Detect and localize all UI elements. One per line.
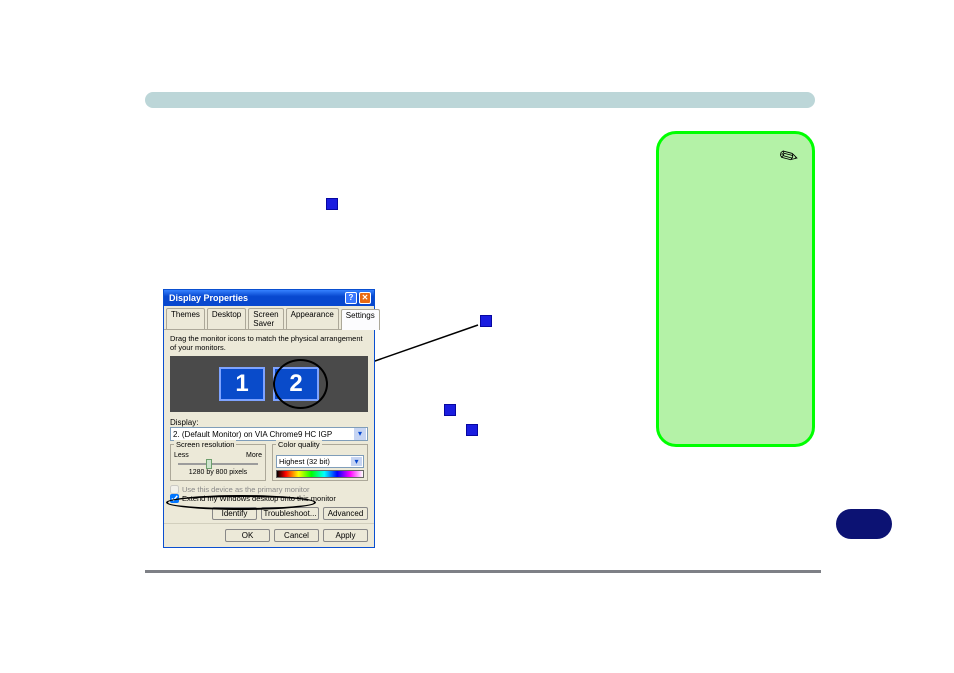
display-select-value: 2. (Default Monitor) on VIA Chrome9 HC I… xyxy=(173,430,332,439)
extend-desktop-checkbox-row[interactable]: Extend my Windows desktop onto this moni… xyxy=(170,494,368,503)
primary-monitor-label: Use this device as the primary monitor xyxy=(182,485,310,494)
secondary-button-row: Identify Troubleshoot... Advanced xyxy=(170,507,368,520)
res-group-title: Screen resolution xyxy=(174,440,236,449)
window-title: Display Properties xyxy=(169,293,343,303)
help-button[interactable]: ? xyxy=(345,292,357,304)
tab-settings[interactable]: Settings xyxy=(341,309,380,330)
page-badge xyxy=(836,509,892,539)
slider-track xyxy=(178,463,258,465)
res-more-label: More xyxy=(246,452,262,459)
extend-desktop-label: Extend my Windows desktop onto this moni… xyxy=(182,494,336,503)
tab-appearance[interactable]: Appearance xyxy=(286,308,339,329)
color-quality-value: Highest (32 bit) xyxy=(279,457,330,466)
display-label: Display: xyxy=(170,418,368,427)
color-gradient-preview xyxy=(276,470,364,478)
footer-divider xyxy=(145,570,821,573)
color-quality-group: Color quality Highest (32 bit) ▾ xyxy=(272,444,368,481)
extend-desktop-checkbox[interactable] xyxy=(170,494,179,503)
tab-screensaver[interactable]: Screen Saver xyxy=(248,308,283,329)
display-select[interactable]: 2. (Default Monitor) on VIA Chrome9 HC I… xyxy=(170,427,368,441)
apply-button[interactable]: Apply xyxy=(323,529,368,542)
drag-hint: Drag the monitor icons to match the phys… xyxy=(170,334,368,352)
resolution-value: 1280 by 800 pixels xyxy=(174,469,262,476)
primary-monitor-checkbox xyxy=(170,485,179,494)
identify-button[interactable]: Identify xyxy=(212,507,257,520)
dialog-body: Drag the monitor icons to match the phys… xyxy=(164,330,374,523)
chevron-down-icon: ▾ xyxy=(354,428,366,440)
header-bar xyxy=(145,92,815,108)
close-button[interactable]: ✕ xyxy=(359,292,371,304)
monitor-1[interactable]: 1 xyxy=(219,367,265,401)
pen-icon: ✎ xyxy=(774,141,803,173)
titlebar[interactable]: Display Properties ? ✕ xyxy=(164,290,374,306)
screen-resolution-group: Screen resolution Less More 1280 by 800 … xyxy=(170,444,266,481)
color-quality-select[interactable]: Highest (32 bit) ▾ xyxy=(276,455,364,468)
marker-square xyxy=(480,315,492,327)
slider-thumb[interactable] xyxy=(206,459,212,469)
chevron-down-icon: ▾ xyxy=(351,457,362,466)
troubleshoot-button[interactable]: Troubleshoot... xyxy=(261,507,319,520)
advanced-button[interactable]: Advanced xyxy=(323,507,368,520)
resolution-slider[interactable] xyxy=(174,459,262,469)
tabstrip: Themes Desktop Screen Saver Appearance S… xyxy=(164,306,374,330)
marker-square xyxy=(444,404,456,416)
marker-square xyxy=(326,198,338,210)
cq-group-title: Color quality xyxy=(276,440,322,449)
ok-button[interactable]: OK xyxy=(225,529,270,542)
display-properties-dialog: Display Properties ? ✕ Themes Desktop Sc… xyxy=(163,289,375,548)
tab-themes[interactable]: Themes xyxy=(166,308,205,329)
cancel-button[interactable]: Cancel xyxy=(274,529,319,542)
marker-square xyxy=(466,424,478,436)
monitor-layout-area[interactable]: 1 2 xyxy=(170,356,368,412)
res-less-label: Less xyxy=(174,452,189,459)
dialog-button-row: OK Cancel Apply xyxy=(164,523,374,547)
primary-monitor-checkbox-row: Use this device as the primary monitor xyxy=(170,485,368,494)
tab-desktop[interactable]: Desktop xyxy=(207,308,246,329)
note-panel: ✎ xyxy=(656,131,815,447)
monitor-2[interactable]: 2 xyxy=(273,367,319,401)
